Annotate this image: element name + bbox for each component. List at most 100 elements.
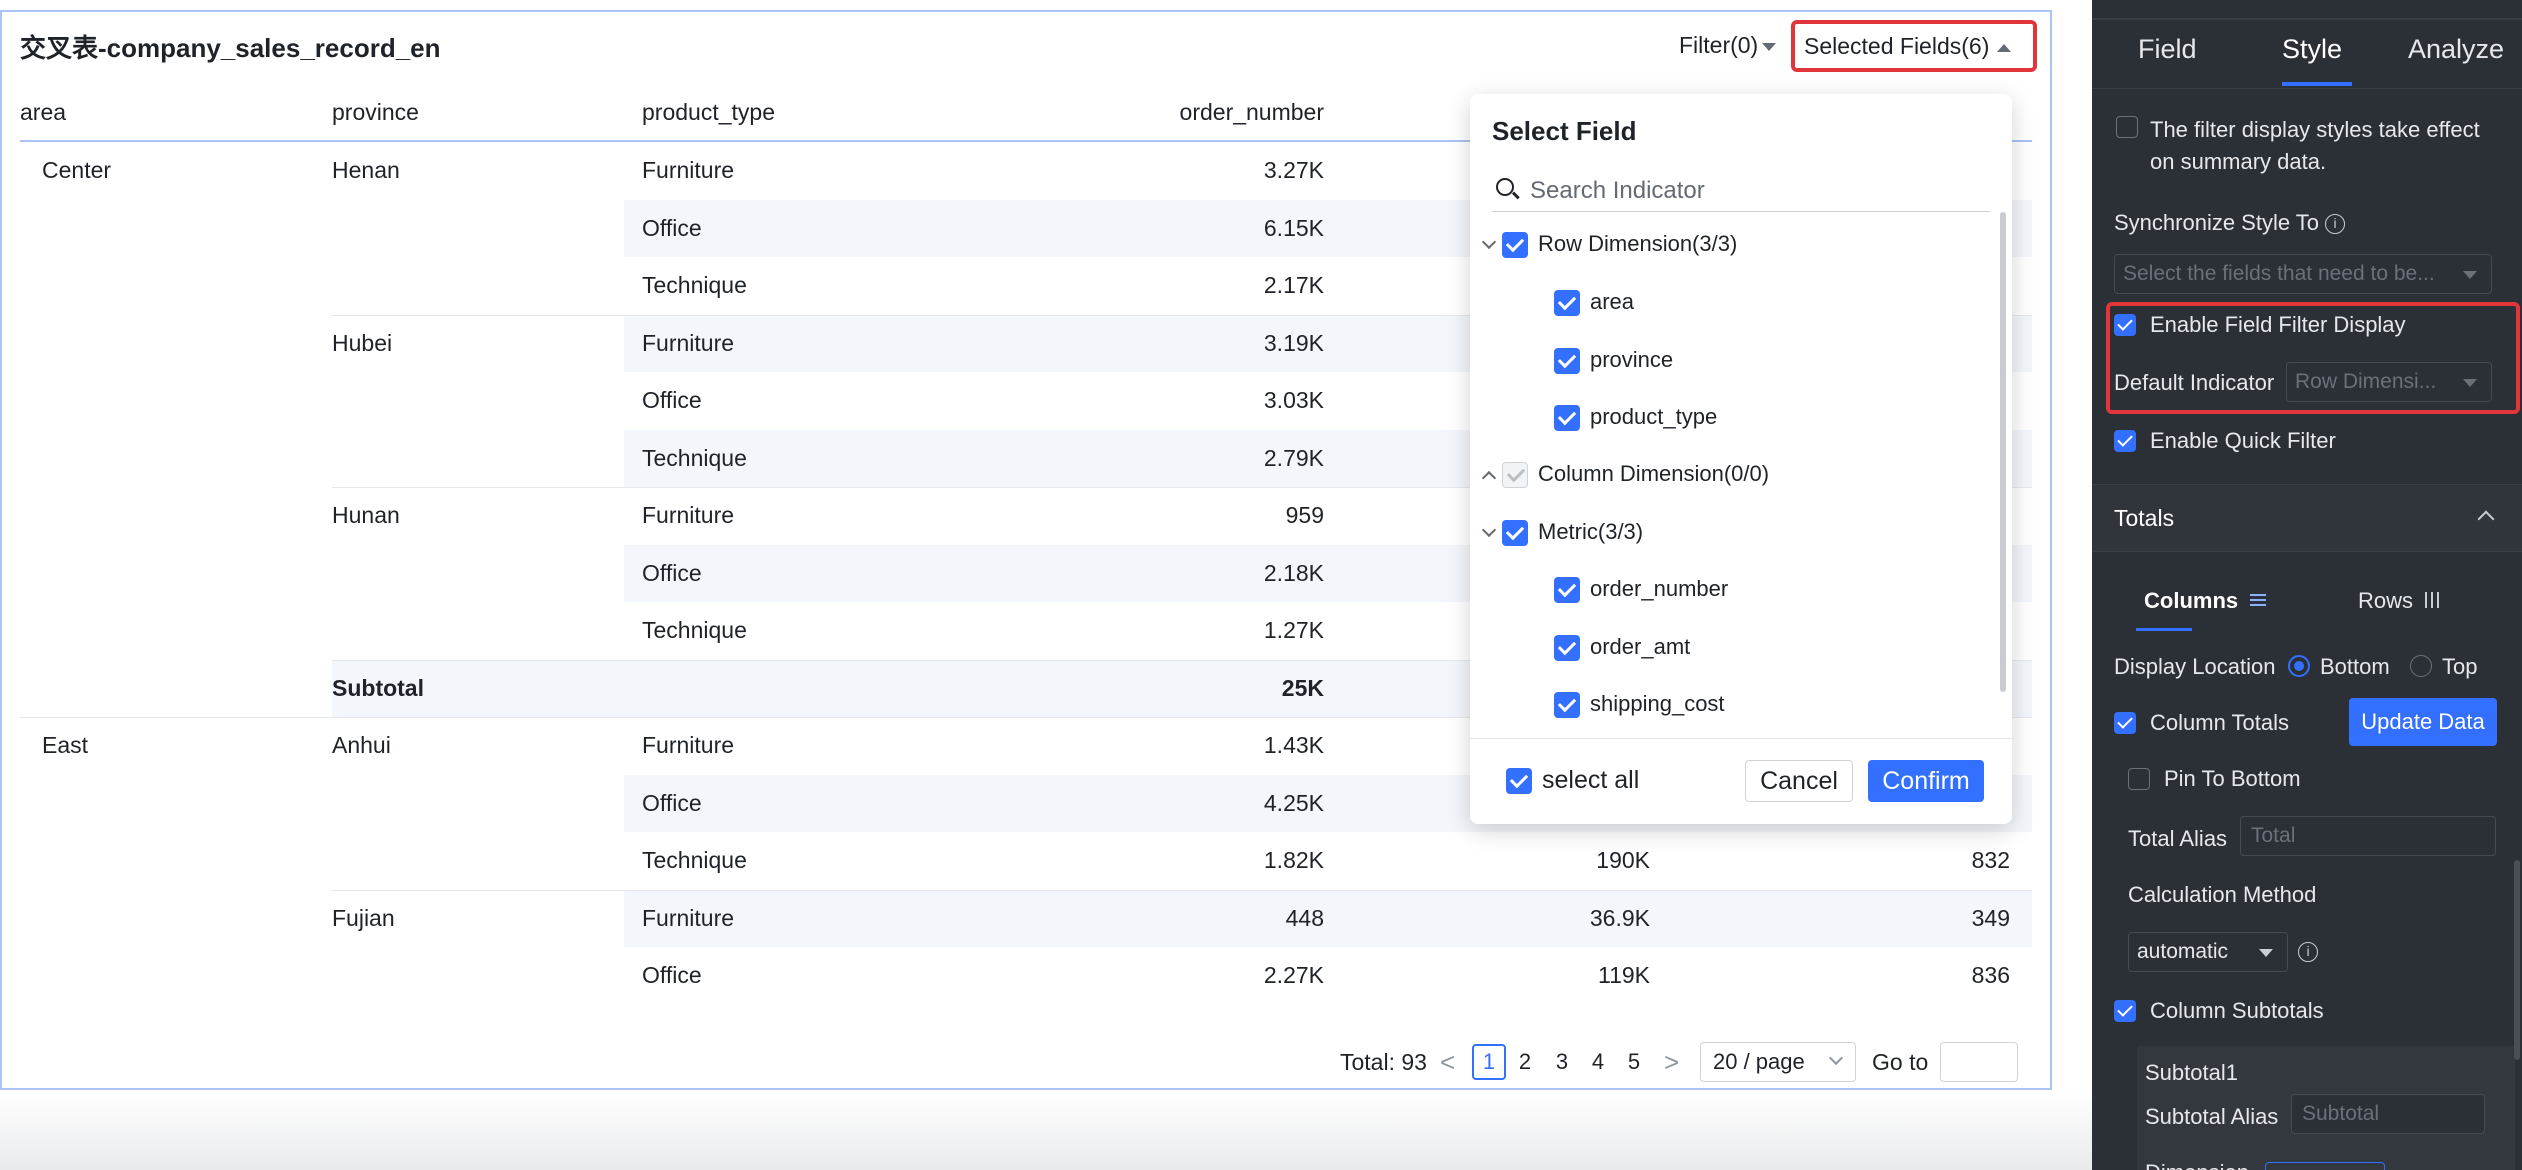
checkbox-checked-icon[interactable] [1506,768,1532,795]
checkbox-checked-icon[interactable] [1554,577,1580,604]
cancel-button[interactable]: Cancel [1745,760,1853,802]
sync-style-text: Synchronize Style To [2114,210,2320,235]
cell-shipping-cost: 832 [1971,847,2010,873]
chevron-down-icon [1828,1050,1844,1066]
checkbox-checked-icon[interactable] [1554,692,1580,718]
filter-label: Filter(0) [1679,32,1759,58]
chevron-down-icon[interactable] [1481,522,1497,538]
cell-province: Fujian [332,904,395,931]
checkbox-checked-icon[interactable] [1554,348,1580,375]
field-item-province[interactable]: province [1554,340,1673,380]
filter-note-text: The filter display styles take effect on… [2150,117,2480,174]
column-subtotals-checkbox[interactable] [2114,1000,2136,1022]
checkbox-checked-icon[interactable] [1502,232,1528,259]
calc-method-select[interactable]: automatic [2128,932,2288,972]
search-box [1492,172,1990,212]
radio-top[interactable] [2410,655,2432,677]
header-product-type[interactable]: product_type [642,84,775,140]
checkbox-checked-icon[interactable] [1554,290,1580,317]
update-data-button[interactable]: Update Data [2349,698,2497,746]
tab-analyze[interactable]: Analyze [2408,34,2504,65]
group-row-dimension[interactable]: Row Dimension(3/3) [1481,224,1738,264]
field-item-order-number[interactable]: order_number [1554,569,1728,609]
enable-field-filter-checkbox[interactable] [2114,314,2136,336]
header-order-number[interactable]: order_number [1020,84,1324,140]
total-alias-input[interactable]: Total [2240,816,2496,856]
field-item-order-amt[interactable]: order_amt [1554,627,1690,667]
field-item-product-type[interactable]: product_type [1554,397,1717,437]
field-label: area [1590,289,1635,314]
page-3[interactable]: 3 [1545,1044,1579,1080]
pagination-total: Total: 93 [1340,1049,1427,1075]
cell-order-number: 2.79K [1263,444,1324,471]
cell-product-type: Technique [642,847,747,873]
next-page-icon[interactable]: > [1664,1042,1679,1082]
tab-rows-label: Rows [2358,588,2414,613]
group-label: Metric(3/3) [1538,519,1644,544]
tab-field[interactable]: Field [2138,34,2197,65]
tabs-divider [2092,88,2522,89]
totals-tab-columns[interactable]: Columns [2144,588,2267,614]
enable-quick-filter-checkbox[interactable] [2114,430,2136,452]
page-size-select[interactable]: 20 / page [1700,1042,1856,1082]
filter-note-checkbox[interactable] [2116,116,2138,138]
default-indicator-label: Default Indicator [2114,370,2275,395]
selected-fields-button[interactable]: Selected Fields(6) [1791,20,2037,72]
popup-scrollbar[interactable] [2000,212,2006,692]
select-all-checkbox[interactable]: select all [1506,760,1639,800]
info-icon[interactable]: i [2325,214,2346,235]
panel-scrollbar[interactable] [2514,860,2520,1060]
cell-product-type: Furniture [642,157,735,183]
page-1[interactable]: 1 [1472,1044,1506,1080]
checkbox-checked-icon[interactable] [1502,520,1528,547]
pin-to-bottom-checkbox[interactable] [2128,768,2150,790]
cell-order-number: 6.15K [1263,214,1324,241]
totals-tab-rows[interactable]: Rows [2358,588,2440,614]
checkbox-checked-icon[interactable] [1554,405,1580,432]
tab-style[interactable]: Style [2282,34,2342,65]
chevron-down-icon[interactable] [1481,234,1497,250]
row-divider [332,889,2032,891]
page-4[interactable]: 4 [1581,1044,1615,1080]
default-indicator-select[interactable]: Row Dimensi... [2286,362,2492,402]
field-label: shipping_cost [1590,691,1725,716]
cell-product-type: Furniture [642,329,735,356]
active-tab-indicator [2282,82,2352,86]
totals-section-header[interactable]: Totals [2092,484,2522,552]
cell-province: Henan [332,157,400,183]
header-province[interactable]: province [332,84,419,140]
confirm-button[interactable]: Confirm [1868,760,1984,802]
info-icon[interactable]: i [2298,942,2318,962]
radio-bottom[interactable] [2288,655,2310,677]
column-totals-checkbox[interactable] [2114,712,2136,734]
page-5[interactable]: 5 [1617,1044,1651,1080]
field-item-shipping-cost[interactable]: shipping_cost [1554,684,1725,718]
checkbox-checked-icon[interactable] [1554,635,1580,662]
field-item-area[interactable]: area [1554,282,1634,322]
caret-down-icon [2463,379,2477,387]
search-indicator-input[interactable] [1530,172,1980,210]
group-label: Row Dimension(3/3) [1538,231,1738,256]
subtotal-alias-input[interactable]: Subtotal [2291,1094,2485,1134]
prev-page-icon[interactable]: < [1440,1042,1455,1082]
sync-style-select[interactable]: Select the fields that need to be... [2114,254,2492,294]
page-size-value: 20 / page [1713,1049,1805,1074]
cell-product-type: Office [642,559,702,586]
page-2[interactable]: 2 [1508,1044,1542,1080]
cell-province: Anhui [332,732,391,758]
cell-area: Center [42,157,112,183]
filter-button[interactable]: Filter(0) [1679,32,1777,59]
select-field-popup: Select Field Row Dimension(3/3) area pro… [1470,94,2012,824]
tab-columns-label: Columns [2144,588,2239,613]
chevron-up-icon[interactable] [2477,510,2495,528]
header-area[interactable]: area [20,84,66,140]
cell-product-type: Furniture [642,904,735,931]
cell-order-number: 1.82K [1263,847,1324,873]
dimension-tag[interactable]: area [2265,1162,2385,1170]
goto-page-input[interactable] [1940,1042,2018,1082]
group-metric[interactable]: Metric(3/3) [1481,512,1644,552]
cell-order-number: 1.27K [1263,617,1324,643]
chevron-up-icon[interactable] [1481,470,1497,486]
totals-section-title: Totals [2114,505,2175,531]
group-column-dimension[interactable]: Column Dimension(0/0) [1481,454,1769,494]
